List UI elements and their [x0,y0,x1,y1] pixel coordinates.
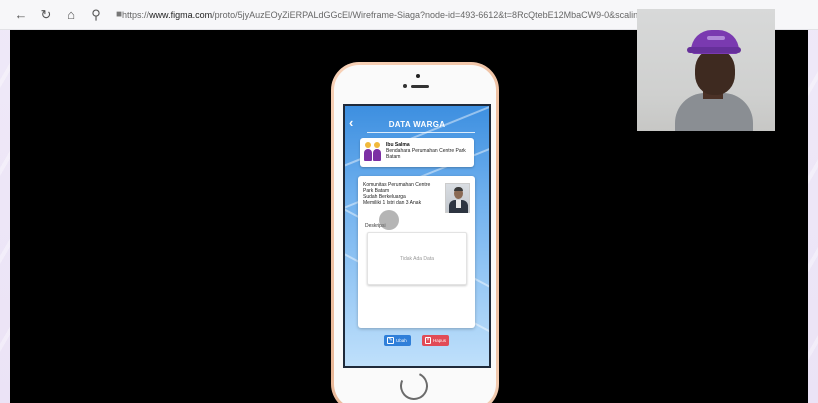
resident-photo [445,183,470,213]
touch-indicator [379,210,399,230]
detail-family: Memiliki 1 Istri dan 3 Anak [363,200,422,206]
edit-icon: ✎ [387,337,394,344]
phone-body: ‹ DATA WARGA Ibu Salma Bendahara Perumah… [334,65,496,403]
url-host: www.figma.com [149,9,213,20]
reload-icon[interactable]: ↻ [35,4,57,26]
presenter-face [695,49,735,95]
earpiece-speaker [411,85,429,88]
delete-button[interactable]: × Hapus [422,335,449,346]
title-divider [367,132,475,133]
description-box: Tidak Ada Data [367,232,467,285]
url-path: /proto/5jyAuzEOyZiERPALdGGcEl/Wireframe-… [212,9,641,20]
phone-mockup: ‹ DATA WARGA Ibu Salma Bendahara Perumah… [331,62,499,403]
url-prefix: https:// [122,9,150,20]
screen-title: DATA WARGA [388,120,446,129]
edit-label: Ubah [396,338,407,343]
profile-card: Ibu Salma Bendahara Perumahan Centre Par… [360,138,474,167]
address-bar[interactable]: ■ https://www.figma.com/proto/5jyAuzEOyZ… [116,4,641,26]
sensor-dot [403,84,407,88]
presenter-cap-brim [687,47,741,53]
delete-label: Hapus [432,338,446,343]
profile-role: Bendahara Perumahan Centre Park Batam [386,148,466,161]
back-arrow-icon[interactable]: ← [10,4,32,26]
search-icon[interactable]: ⚲ [85,4,107,26]
trash-icon: × [425,337,431,344]
cap-logo [707,36,725,40]
camera-dot [416,74,420,78]
app-screen: ‹ DATA WARGA Ibu Salma Bendahara Perumah… [343,104,491,368]
webcam-overlay [637,9,775,131]
description-empty-text: Tidak Ada Data [399,255,434,262]
home-button[interactable] [396,368,432,403]
home-icon[interactable]: ⌂ [60,4,82,26]
family-avatar-icon [363,141,383,163]
edit-button[interactable]: ✎ Ubah [384,335,411,346]
resident-detail-card: Komunitas Perumahan Centre Park Batam Su… [358,176,475,328]
